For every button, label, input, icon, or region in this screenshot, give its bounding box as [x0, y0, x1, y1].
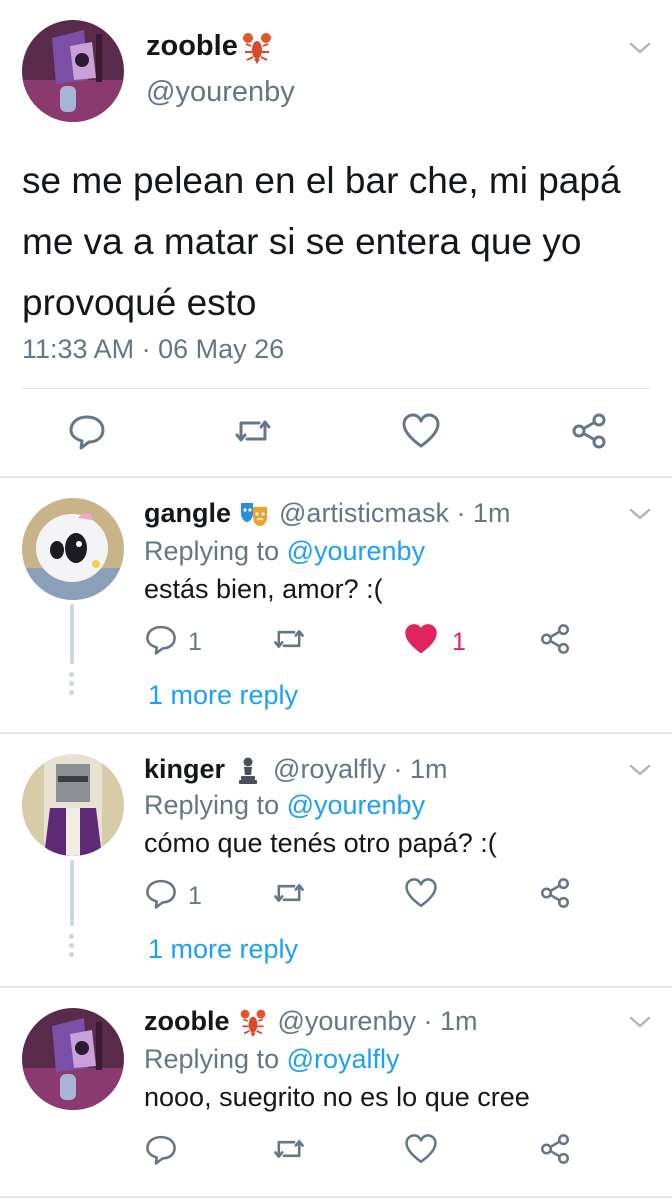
reply-text: estás bien, amor? :( — [144, 574, 383, 604]
tweet-text: se me pelean en el bar che, mi papá me v… — [22, 160, 621, 323]
retweet-icon[interactable] — [230, 408, 276, 454]
display-name[interactable]: kinger — [144, 754, 225, 785]
main-tweet: zooble @yourenby se me pelean en el bar … — [0, 0, 672, 478]
like-icon[interactable] — [404, 876, 444, 916]
reply-count: 1 — [188, 882, 202, 910]
reply-tweet[interactable]: gangle @artisticmask · 1m Replying to @y… — [0, 478, 672, 732]
share-icon[interactable] — [538, 876, 578, 916]
gangle-avatar[interactable] — [22, 498, 124, 600]
display-name[interactable]: gangle — [144, 498, 231, 529]
like-icon[interactable] — [404, 1132, 444, 1172]
thread-line — [70, 604, 74, 664]
replying-prefix: Replying to — [144, 536, 287, 566]
chess-pawn-emoji-icon — [233, 755, 263, 785]
reply-meta[interactable]: @yourenby · 1m — [278, 1006, 478, 1037]
replying-to: Replying to @royalfly — [144, 1044, 400, 1075]
replying-to: Replying to @yourenby — [144, 790, 425, 821]
thread-dots — [69, 672, 75, 699]
reply-text: cómo que tenés otro papá? :( — [144, 828, 497, 858]
replying-to-link[interactable]: @yourenby — [287, 790, 425, 820]
display-name[interactable]: zooble — [146, 30, 238, 63]
thread-line — [70, 860, 74, 926]
reply-header: gangle @artisticmask · 1m — [144, 498, 510, 529]
reply-text: nooo, suegrito no es lo que cree — [144, 1082, 530, 1112]
chevron-down-icon[interactable] — [628, 762, 652, 778]
performing-arts-emoji-icon — [239, 499, 269, 529]
reply-count: 1 — [188, 628, 202, 656]
divider — [0, 1196, 672, 1198]
reply-icon[interactable] — [144, 622, 184, 662]
retweet-icon[interactable] — [272, 622, 312, 662]
retweet-icon[interactable] — [272, 876, 312, 916]
replying-prefix: Replying to — [144, 790, 287, 820]
retweet-icon[interactable] — [272, 1132, 312, 1172]
zooble-avatar[interactable] — [22, 20, 124, 122]
more-replies-link[interactable]: 1 more reply — [148, 680, 298, 711]
chevron-down-icon[interactable] — [628, 506, 652, 522]
reply-tweet[interactable]: kinger @royalfly · 1m Replying to @youre… — [0, 734, 672, 986]
handle[interactable]: @yourenby — [146, 76, 295, 109]
replying-to-link[interactable]: @yourenby — [287, 536, 425, 566]
like-count: 1 — [452, 628, 466, 656]
reply-tweet[interactable]: zooble @yourenby · 1m Replying to @royal… — [0, 988, 672, 1200]
chevron-down-icon[interactable] — [628, 40, 652, 56]
display-name[interactable]: zooble — [144, 1006, 230, 1037]
tweet-timestamp[interactable]: 11:33 AM · 06 May 26 — [22, 334, 284, 365]
tweet-actions — [0, 408, 672, 454]
reply-icon[interactable] — [144, 876, 184, 916]
kinger-avatar[interactable] — [22, 754, 124, 856]
share-icon[interactable] — [566, 408, 612, 454]
reply-meta[interactable]: @artisticmask · 1m — [279, 498, 510, 529]
replying-prefix: Replying to — [144, 1044, 287, 1074]
like-icon-active[interactable] — [404, 622, 444, 662]
like-icon[interactable] — [398, 408, 444, 454]
more-replies-link[interactable]: 1 more reply — [148, 934, 298, 965]
reply-header: zooble @yourenby · 1m — [144, 1006, 477, 1037]
lobster-emoji-icon — [242, 30, 272, 64]
reply-icon[interactable] — [64, 408, 110, 454]
zooble-avatar[interactable] — [22, 1008, 124, 1110]
reply-meta[interactable]: @royalfly · 1m — [273, 754, 447, 785]
thread-dots — [69, 934, 75, 961]
replying-to: Replying to @yourenby — [144, 536, 425, 567]
share-icon[interactable] — [538, 1132, 578, 1172]
lobster-emoji-icon — [238, 1007, 268, 1037]
reply-header: kinger @royalfly · 1m — [144, 754, 447, 785]
replying-to-link[interactable]: @royalfly — [287, 1044, 400, 1074]
divider — [22, 388, 650, 389]
chevron-down-icon[interactable] — [628, 1014, 652, 1030]
share-icon[interactable] — [538, 622, 578, 662]
reply-icon[interactable] — [144, 1132, 184, 1172]
